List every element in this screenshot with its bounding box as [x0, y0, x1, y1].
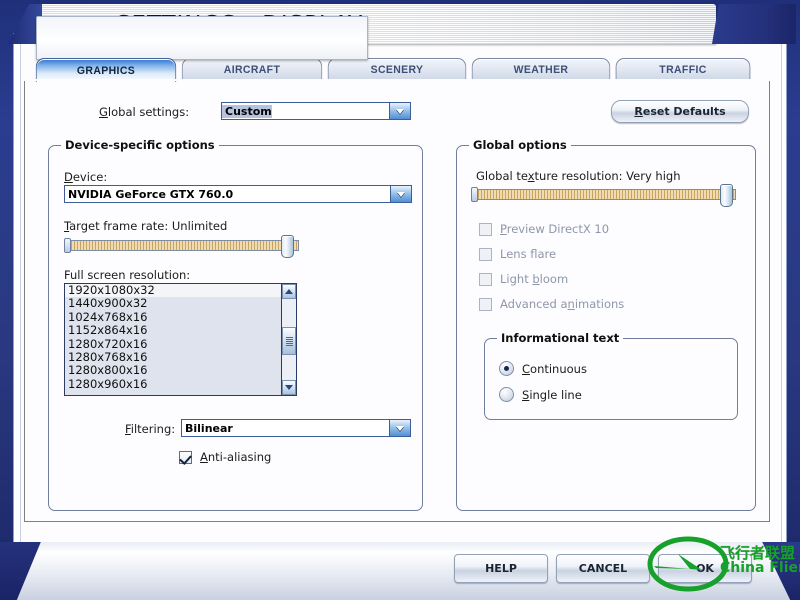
advanced-animations-checkbox-row[interactable]: Advanced animations — [479, 297, 624, 311]
global-settings-label: Global settings: — [99, 105, 190, 119]
slider-thumb[interactable] — [720, 184, 733, 207]
global-group-title: Global options — [469, 138, 571, 152]
light-bloom-label: Light bloom — [500, 272, 569, 286]
light-bloom-checkbox[interactable] — [479, 272, 492, 286]
slider-track — [64, 240, 299, 251]
tab-label: AIRCRAFT — [223, 64, 281, 76]
lens-flare-checkbox[interactable] — [479, 247, 492, 261]
tab-strip: GRAPHICS AIRCRAFT SCENERY WEATHER TRAFFI… — [24, 58, 772, 82]
settings-display-window: SETTINGS - DISPLAY GRAPHICS AIRCRAFT SCE… — [0, 0, 800, 600]
resolution-list-item[interactable]: 1280x960x16 — [65, 377, 296, 391]
reset-defaults-label: Reset Defaults — [634, 105, 726, 118]
scrollbar-thumb[interactable] — [282, 327, 296, 355]
device-value: NVIDIA GeForce GTX 760.0 — [68, 187, 234, 201]
title-bar-cap — [712, 4, 796, 44]
resolution-list-item[interactable]: 1280x800x16 — [65, 363, 296, 377]
preview-directx10-checkbox[interactable] — [479, 222, 492, 236]
preview-directx10-checkbox-row[interactable]: Preview DirectX 10 — [479, 222, 609, 236]
target-frame-rate-label: Target frame rate: Unlimited — [64, 219, 228, 233]
global-settings-value: Custom — [222, 104, 272, 118]
tab-traffic[interactable]: TRAFFIC — [615, 58, 751, 81]
ok-button[interactable]: OK — [658, 554, 752, 583]
slider-track — [471, 189, 736, 200]
global-settings-dropdown[interactable]: Custom — [221, 102, 411, 120]
continuous-label: Continuous — [522, 361, 587, 376]
help-button[interactable]: HELP — [454, 554, 548, 583]
ok-label: OK — [696, 562, 714, 575]
target-frame-rate-slider[interactable] — [64, 235, 299, 258]
filtering-label: Filtering: — [125, 422, 176, 436]
chevron-down-icon[interactable] — [390, 186, 411, 202]
single-line-label: Single line — [522, 387, 582, 402]
resolution-list-item[interactable]: 1920x1080x32 — [65, 284, 296, 298]
lens-flare-label: Lens flare — [500, 247, 557, 261]
slider-left-cap — [64, 238, 71, 253]
full-screen-resolution-label: Full screen resolution: — [64, 268, 191, 282]
tab-label: SCENERY — [370, 64, 424, 76]
advanced-animations-checkbox[interactable] — [479, 297, 492, 311]
advanced-animations-label: Advanced animations — [500, 297, 625, 311]
informational-text-title: Informational text — [497, 331, 624, 345]
tab-label: WEATHER — [513, 64, 569, 76]
footer-info-panel — [36, 16, 368, 60]
tab-label: GRAPHICS — [76, 64, 136, 77]
slider-thumb[interactable] — [281, 235, 294, 258]
reset-defaults-button[interactable]: Reset Defaults — [611, 100, 749, 123]
global-texture-resolution-slider[interactable] — [471, 184, 736, 207]
active-tab-underlay — [24, 79, 772, 81]
global-settings-label-text: lobal settings: — [107, 105, 190, 119]
global-texture-resolution-label-text: ture resolution: Very high — [534, 169, 681, 183]
slider-left-cap — [471, 187, 478, 202]
tab-label: TRAFFIC — [659, 64, 707, 76]
global-texture-resolution-label: Global texture resolution: Very high — [476, 169, 681, 183]
antialiasing-label: Anti-aliasing — [200, 450, 272, 464]
device-group-title: Device-specific options — [61, 138, 219, 152]
resolution-list-item[interactable]: 1280x720x16 — [65, 337, 296, 351]
filtering-dropdown[interactable]: Bilinear — [181, 419, 411, 437]
scroll-down-arrow-icon[interactable] — [282, 380, 296, 395]
informational-text-single-line-row[interactable]: Single line — [499, 387, 582, 402]
tab-scenery[interactable]: SCENERY — [327, 58, 467, 81]
resolution-list-item[interactable]: 1152x864x16 — [65, 323, 296, 337]
cancel-label: CANCEL — [578, 562, 628, 575]
tab-aircraft[interactable]: AIRCRAFT — [181, 58, 323, 81]
help-label: HELP — [485, 562, 517, 575]
device-dropdown[interactable]: NVIDIA GeForce GTX 760.0 — [64, 185, 412, 203]
scroll-up-arrow-icon[interactable] — [282, 284, 296, 299]
informational-text-group: Informational text — [484, 331, 738, 420]
target-frame-rate-label-text: arget frame rate: Unlimited — [69, 219, 228, 233]
full-screen-resolution-listbox[interactable]: 1920x1080x32 1440x900x32 1024x768x16 1152x8… — [64, 283, 297, 396]
filtering-value: Bilinear — [185, 421, 233, 435]
antialiasing-checkbox[interactable] — [179, 450, 192, 464]
resolution-scrollbar[interactable] — [281, 283, 297, 396]
cancel-button[interactable]: CANCEL — [556, 554, 650, 583]
resolution-list-item[interactable]: 1024x768x16 — [65, 310, 296, 324]
resolution-list-item[interactable]: 1280x768x16 — [65, 350, 296, 364]
preview-directx10-label: Preview DirectX 10 — [500, 222, 610, 236]
chevron-down-icon[interactable] — [389, 103, 410, 119]
resolution-list-item[interactable]: 1440x900x32 — [65, 296, 296, 310]
continuous-radio[interactable] — [499, 361, 514, 376]
single-line-radio[interactable] — [499, 387, 514, 402]
chevron-down-icon[interactable] — [389, 420, 410, 436]
informational-text-continuous-row[interactable]: Continuous — [499, 361, 587, 376]
device-label: Device: — [64, 170, 108, 184]
antialiasing-checkbox-row[interactable]: Anti-aliasing — [179, 450, 271, 464]
tab-weather[interactable]: WEATHER — [471, 58, 611, 81]
lens-flare-checkbox-row[interactable]: Lens flare — [479, 247, 556, 261]
light-bloom-checkbox-row[interactable]: Light bloom — [479, 272, 568, 286]
